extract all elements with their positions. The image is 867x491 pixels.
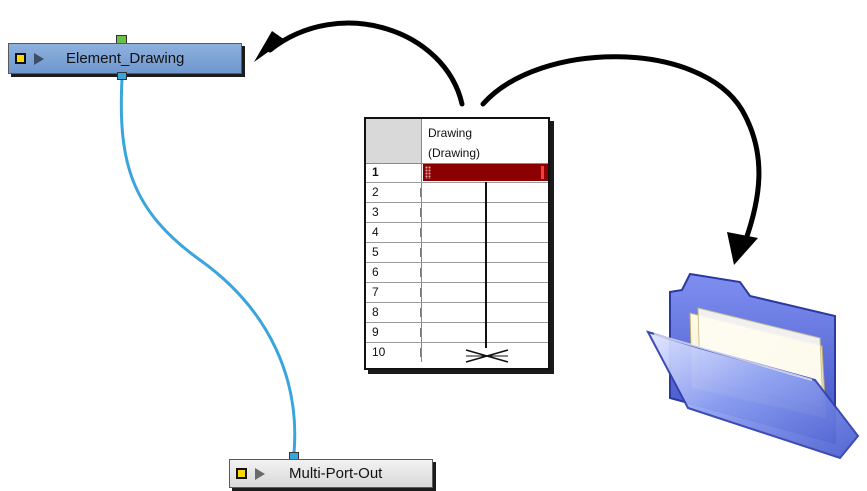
xsheet-row[interactable]: 7 xyxy=(366,283,548,303)
xsheet-row[interactable]: 6 xyxy=(366,263,548,283)
row-number: 1 xyxy=(366,163,422,182)
column-title-line1: Drawing xyxy=(428,126,473,140)
row-number: 6 xyxy=(366,263,422,282)
play-icon[interactable] xyxy=(255,467,265,480)
row-tick xyxy=(420,208,421,217)
row-tick xyxy=(420,308,421,317)
selected-cell[interactable] xyxy=(423,164,548,181)
xsheet-row[interactable]: 5 xyxy=(366,243,548,263)
bullet-icon[interactable] xyxy=(236,468,247,479)
row-tick xyxy=(420,328,421,337)
xsheet-row[interactable]: 2 xyxy=(366,183,548,203)
arrow-to-node-head xyxy=(254,31,285,62)
xsheet-corner xyxy=(366,119,422,163)
drag-handle-icon[interactable] xyxy=(425,166,431,179)
node-cable[interactable] xyxy=(119,78,297,454)
bullet-icon[interactable] xyxy=(15,53,26,64)
xsheet-row[interactable]: 9 xyxy=(366,323,548,343)
element-drawing-node[interactable]: Element_Drawing xyxy=(8,43,242,74)
row-number: 10 xyxy=(366,343,422,362)
row-number: 4 xyxy=(366,223,422,242)
xsheet-row[interactable]: 8 xyxy=(366,303,548,323)
arrow-to-node xyxy=(267,20,465,107)
multi-port-out-node[interactable]: Multi-Port-Out xyxy=(229,459,433,488)
row-tick xyxy=(420,268,421,277)
xsheet-row[interactable]: 10 xyxy=(366,343,548,363)
row-number: 8 xyxy=(366,303,422,322)
column-title-line2: (Drawing) xyxy=(428,146,481,160)
row-number: 5 xyxy=(366,243,422,262)
xsheet-row[interactable]: 4 xyxy=(366,223,548,243)
end-of-exposure-icon xyxy=(465,349,509,363)
row-tick xyxy=(420,288,421,297)
node-output-port[interactable] xyxy=(117,72,127,80)
row-tick xyxy=(420,248,421,257)
row-number: 3 xyxy=(366,203,422,222)
xsheet-column-title: Drawing (Drawing) xyxy=(428,123,480,163)
multi-port-out-label: Multi-Port-Out xyxy=(289,465,383,482)
diagram-canvas: Element_Drawing Multi-Port-Out Drawing (… xyxy=(0,0,867,491)
cell-marker xyxy=(541,166,544,179)
exposure-sheet: Drawing (Drawing) 1 2 3 4 5 6 7 8 9 10 xyxy=(364,117,550,370)
xsheet-row[interactable]: 3 xyxy=(366,203,548,223)
row-tick xyxy=(420,228,421,237)
xsheet-column-header[interactable]: Drawing (Drawing) xyxy=(366,119,548,164)
row-number: 2 xyxy=(366,183,422,202)
exposure-hold-line xyxy=(485,182,487,348)
row-number: 9 xyxy=(366,323,422,342)
xsheet-row[interactable]: 1 xyxy=(366,163,548,183)
row-number: 7 xyxy=(366,283,422,302)
row-tick xyxy=(420,188,421,197)
folder-icon[interactable] xyxy=(640,268,862,468)
arrow-to-folder-head xyxy=(727,232,758,265)
element-drawing-label: Element_Drawing xyxy=(66,50,185,67)
row-tick xyxy=(420,348,421,357)
play-icon[interactable] xyxy=(34,52,44,65)
